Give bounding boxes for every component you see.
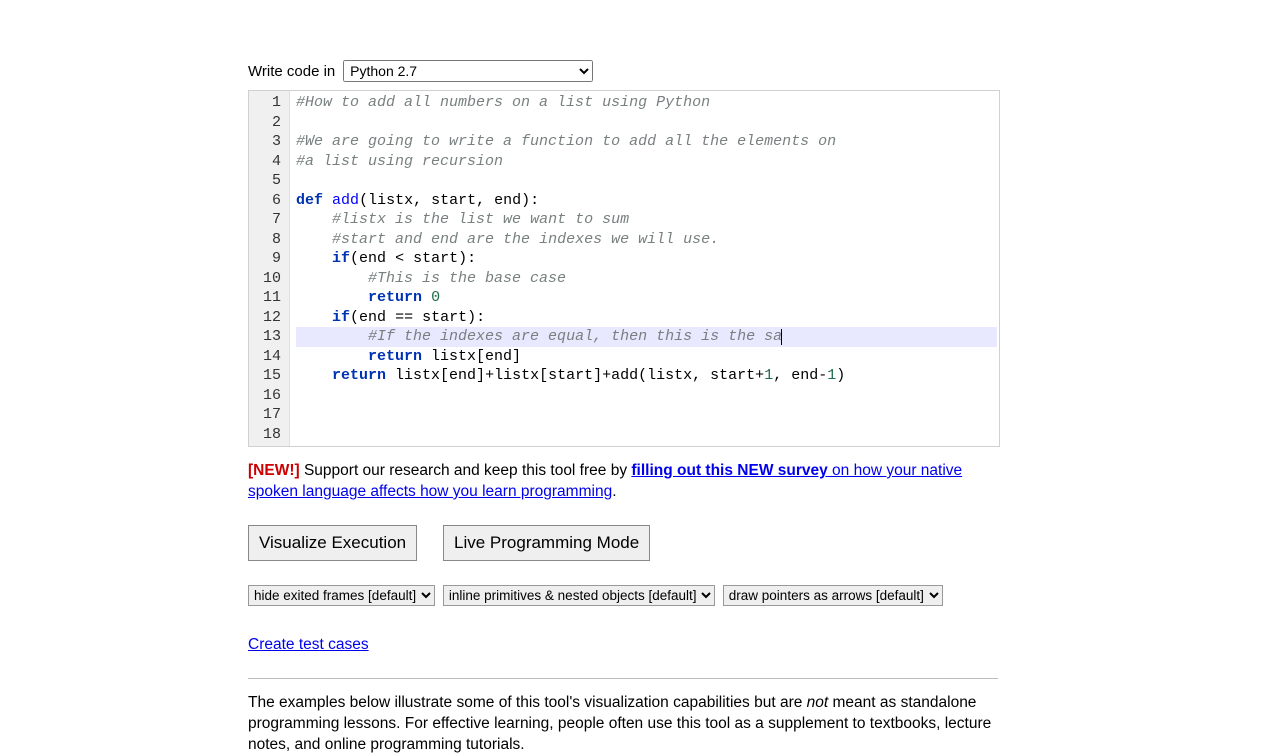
code-content[interactable]: #How to add all numbers on a list using … [290,91,999,446]
create-test-link[interactable]: Create test cases [248,636,369,653]
language-row: Write code in Python 2.7 [248,60,1000,82]
options-row: hide exited frames [default] inline prim… [248,585,1000,606]
line-number-gutter: 123456789101112131415161718 [249,91,290,446]
footer-text: The examples below illustrate some of th… [248,693,1000,756]
language-select[interactable]: Python 2.7 [343,60,593,82]
pointers-select[interactable]: draw pointers as arrows [default] [723,585,943,606]
create-test-cases: Create test cases [248,636,1000,654]
frames-select[interactable]: hide exited frames [default] [248,585,435,606]
survey-banner: [NEW!] Support our research and keep thi… [248,461,1000,503]
new-badge: [NEW!] [248,462,300,479]
language-label: Write code in [248,63,335,80]
primitives-select[interactable]: inline primitives & nested objects [defa… [443,585,715,606]
visualize-button[interactable]: Visualize Execution [248,525,417,561]
separator [248,678,998,679]
live-mode-button[interactable]: Live Programming Mode [443,525,650,561]
code-editor[interactable]: 123456789101112131415161718 #How to add … [248,90,1000,447]
action-buttons: Visualize Execution Live Programming Mod… [248,525,1000,561]
